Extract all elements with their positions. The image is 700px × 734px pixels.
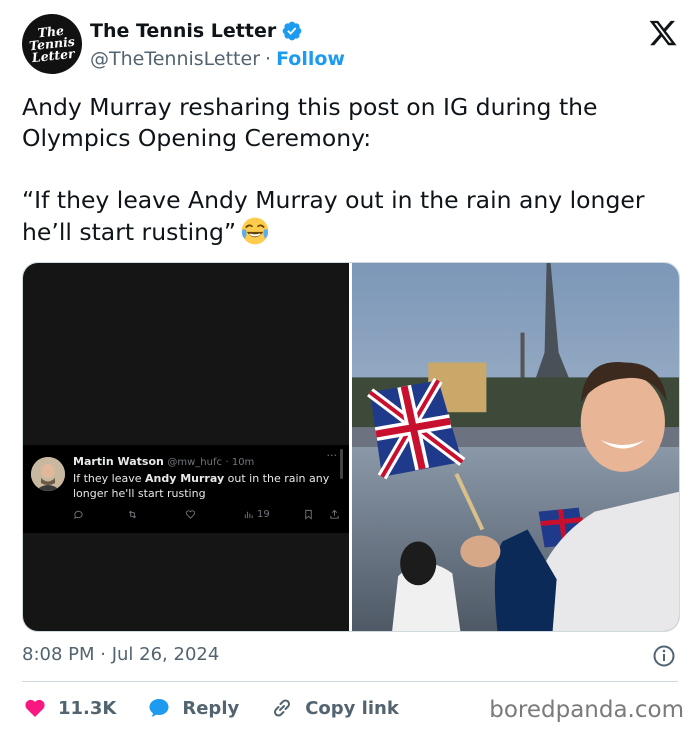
like-button[interactable]: 11.3K bbox=[22, 696, 116, 720]
author-handle[interactable]: @TheTennisLetter bbox=[90, 48, 260, 70]
verified-badge-icon bbox=[282, 21, 302, 41]
tweet-header: The Tennis Letter The Tennis Letter @The… bbox=[19, 11, 682, 78]
author-avatar[interactable]: The Tennis Letter bbox=[19, 11, 85, 77]
embedded-share-icon bbox=[329, 509, 340, 520]
author-display-name[interactable]: The Tennis Letter bbox=[90, 20, 276, 42]
divider bbox=[22, 681, 678, 682]
embedded-views-count: 19 bbox=[257, 509, 270, 520]
embedded-name: Martin Watson bbox=[73, 455, 164, 468]
copy-link-label: Copy link bbox=[305, 697, 399, 719]
person-avatar-icon bbox=[31, 457, 65, 491]
author-name-row: The Tennis Letter bbox=[90, 20, 303, 42]
copy-link-button[interactable]: Copy link bbox=[269, 696, 399, 720]
embedded-text-start: If they leave bbox=[73, 472, 146, 485]
embedded-reply-icon bbox=[73, 509, 84, 520]
embedded-tweet: Martin Watson @mw_hufc · 10m ··· If they… bbox=[23, 445, 349, 533]
tweet-paragraph-1: Andy Murray resharing this post on IG du… bbox=[22, 93, 598, 152]
timestamp[interactable]: 8:08 PM · Jul 26, 2024 bbox=[22, 644, 219, 665]
handle-separator: · bbox=[265, 48, 272, 70]
embedded-views-icon bbox=[244, 511, 253, 519]
timestamp-separator: · bbox=[94, 644, 112, 665]
reply-bubble-icon bbox=[149, 699, 169, 717]
author-handle-row: @TheTennisLetter · Follow bbox=[90, 48, 345, 70]
embedded-avatar bbox=[31, 457, 65, 491]
embedded-text-bold: Andy Murray bbox=[145, 472, 225, 485]
info-icon[interactable] bbox=[652, 644, 676, 668]
reply-label: Reply bbox=[182, 697, 240, 719]
embedded-handle: @mw_hufc bbox=[167, 457, 222, 468]
olympics-photo[interactable] bbox=[352, 263, 679, 631]
tweet-paragraph-2: “If they leave Andy Murray out in the ra… bbox=[22, 185, 682, 248]
embedded-scrollbar bbox=[340, 449, 343, 479]
embedded-bookmark-icon bbox=[303, 509, 314, 520]
embedded-like-icon bbox=[185, 509, 196, 520]
link-icon bbox=[274, 699, 291, 717]
timestamp-time: 8:08 PM bbox=[22, 644, 95, 665]
embedded-actions: 19 bbox=[73, 509, 340, 525]
timestamp-date: Jul 26, 2024 bbox=[111, 644, 220, 665]
embedded-text: If they leave Andy Murray out in the rai… bbox=[73, 471, 333, 501]
follow-button[interactable]: Follow bbox=[276, 48, 345, 70]
embedded-more: ··· bbox=[326, 449, 338, 462]
tweet-media[interactable]: Martin Watson @mw_hufc · 10m ··· If they… bbox=[22, 262, 680, 632]
tweet-body: Andy Murray resharing this post on IG du… bbox=[22, 92, 682, 248]
embedded-retweet-icon bbox=[127, 509, 138, 520]
embedded-header: Martin Watson @mw_hufc · 10m bbox=[73, 455, 254, 468]
embedded-time: · 10m bbox=[225, 457, 255, 468]
embedded-views: 19 bbox=[243, 509, 270, 520]
tweet-quote: “If they leave Andy Murray out in the ra… bbox=[22, 186, 645, 246]
watermark: boredpanda.com bbox=[489, 697, 684, 723]
tears-of-joy-emoji-icon bbox=[241, 217, 269, 245]
photo-scene bbox=[352, 263, 679, 631]
action-bar: 11.3K Reply Copy link bbox=[22, 694, 429, 722]
heart-icon bbox=[25, 699, 45, 717]
screenshot-image[interactable]: Martin Watson @mw_hufc · 10m ··· If they… bbox=[23, 263, 349, 631]
reply-button[interactable]: Reply bbox=[146, 696, 239, 720]
like-count: 11.3K bbox=[58, 697, 117, 719]
x-logo-icon[interactable] bbox=[648, 18, 678, 48]
avatar-line-3: Letter bbox=[31, 45, 76, 66]
